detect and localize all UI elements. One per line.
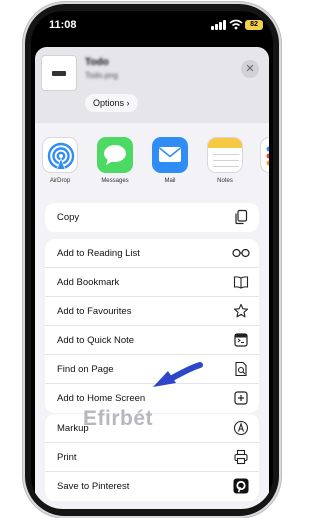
- glasses-icon: [232, 248, 250, 258]
- file-subtitle: Todo.png: [85, 71, 118, 80]
- app-row: AirDrop Messages Mail Notes: [35, 137, 269, 197]
- action-label: Add Bookmark: [57, 277, 120, 288]
- share-sheet: Todo Todo.png Options › ✕ AirDrop Messag…: [35, 47, 269, 509]
- action-save-to-pinterest[interactable]: Save to Pinterest: [45, 472, 259, 501]
- action-add-to-reading-list[interactable]: Add to Reading List: [45, 239, 259, 268]
- file-thumbnail: [41, 55, 77, 91]
- star-icon: [233, 303, 249, 318]
- notch: [95, 11, 209, 31]
- close-button[interactable]: ✕: [241, 60, 259, 78]
- quick-note-icon: [234, 333, 248, 347]
- plus-square-icon: [234, 391, 248, 405]
- action-add-to-favourites[interactable]: Add to Favourites: [45, 297, 259, 326]
- action-label: Add to Quick Note: [57, 335, 135, 346]
- printer-icon: [234, 449, 248, 465]
- app-reminders[interactable]: Re: [253, 137, 269, 184]
- action-add-to-quick-note[interactable]: Add to Quick Note: [45, 326, 259, 355]
- action-label: Add to Home Screen: [57, 393, 146, 404]
- file-name: Todo: [85, 57, 109, 68]
- mail-icon: [152, 137, 188, 173]
- action-label: Print: [57, 452, 77, 463]
- reminders-icon: [260, 137, 269, 173]
- action-group-copy: Copy: [45, 203, 259, 232]
- action-label: Add to Reading List: [57, 248, 140, 259]
- action-print[interactable]: Print: [45, 443, 259, 472]
- watermark-text: Efirbét: [83, 407, 154, 430]
- status-time: 11:08: [49, 19, 77, 31]
- pinterest-icon: [233, 478, 249, 494]
- messages-icon: [97, 137, 133, 173]
- airdrop-icon: [42, 137, 78, 173]
- notes-icon: [207, 137, 243, 173]
- app-label: AirDrop: [49, 178, 71, 184]
- signal-icon: [211, 20, 227, 30]
- app-mail[interactable]: Mail: [145, 137, 195, 184]
- action-add-bookmark[interactable]: Add Bookmark: [45, 268, 259, 297]
- action-label: Find on Page: [57, 364, 114, 375]
- options-button[interactable]: Options ›: [85, 94, 138, 112]
- action-label: Save to Pinterest: [57, 481, 130, 492]
- app-label: Mail: [164, 178, 176, 184]
- status-bar: 11:08 82: [31, 11, 273, 39]
- action-copy[interactable]: Copy: [45, 203, 259, 232]
- pointer-arrow-icon: [153, 362, 203, 387]
- options-label: Options: [93, 98, 125, 108]
- app-label: Messages: [101, 178, 129, 184]
- app-notes[interactable]: Notes: [200, 137, 250, 184]
- markup-icon: [233, 420, 249, 436]
- app-label: Re: [253, 178, 269, 184]
- phone-screen: 11:08 82 Todo Todo.png Options › ✕ AirDr…: [31, 11, 273, 509]
- chevron-right-icon: ›: [126, 98, 130, 108]
- app-airdrop[interactable]: AirDrop: [35, 137, 85, 184]
- app-label: Notes: [217, 178, 233, 184]
- share-header: Todo Todo.png Options › ✕: [35, 47, 269, 123]
- close-icon: ✕: [245, 63, 255, 75]
- action-label: Copy: [57, 212, 80, 223]
- find-page-icon: [235, 361, 247, 377]
- book-icon: [233, 276, 249, 289]
- action-label: Add to Favourites: [57, 306, 132, 317]
- copy-icon: [235, 209, 248, 225]
- wifi-icon: [229, 19, 243, 30]
- battery-icon: 82: [245, 20, 263, 30]
- app-messages[interactable]: Messages: [90, 137, 140, 184]
